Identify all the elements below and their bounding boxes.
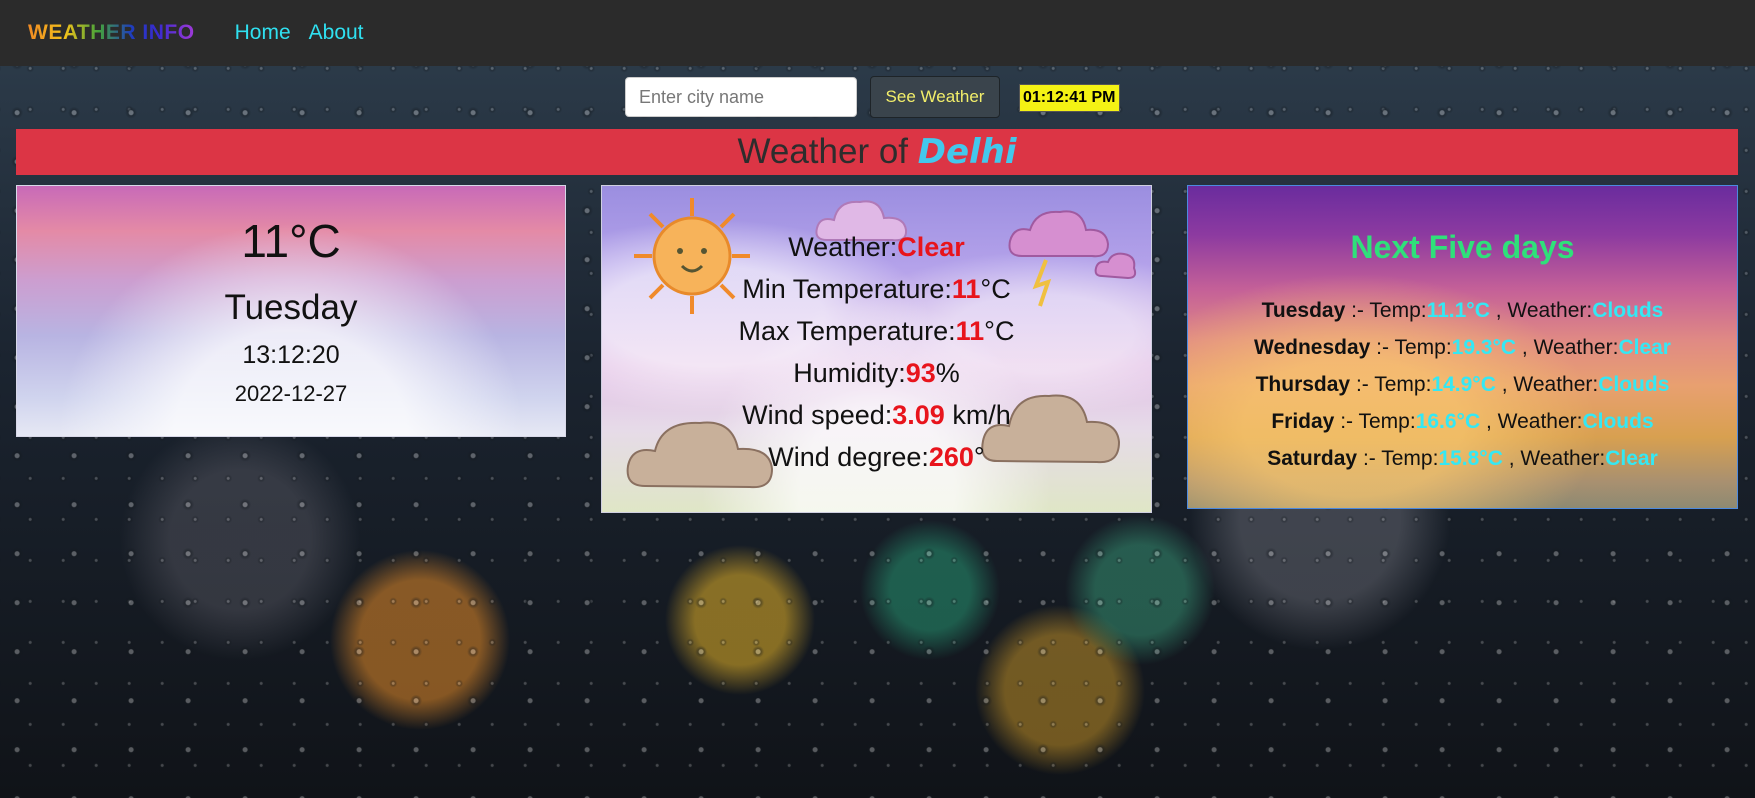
forecast-temp: 16.6°C	[1415, 410, 1481, 433]
forecast-separator: :-	[1370, 336, 1395, 359]
forecast-separator: :-	[1334, 410, 1359, 433]
forecast-day: Friday	[1271, 410, 1335, 433]
forecast-separator: :-	[1350, 373, 1375, 396]
forecast-temp-label: Temp:	[1369, 299, 1427, 322]
today-temperature: 11°C	[241, 215, 341, 267]
row-label: Wind degree:	[768, 442, 929, 472]
current-row-wind-degree: Wind degree:260°	[602, 436, 1151, 478]
current-weather-card: Weather:Clear Min Temperature:11°C Max T…	[601, 185, 1152, 513]
forecast-weather: Clear	[1605, 447, 1658, 470]
nav-link-about[interactable]: About	[309, 21, 364, 45]
today-card: 11°C Tuesday 13:12:20 2022-12-27	[16, 185, 566, 437]
row-label: Min Temperature:	[742, 274, 952, 304]
current-row-humidity: Humidity:93%	[602, 352, 1151, 394]
forecast-temp-label: Temp:	[1394, 336, 1452, 359]
row-value: Clear	[897, 232, 965, 262]
forecast-day: Tuesday	[1261, 299, 1346, 322]
row-unit: %	[935, 358, 960, 388]
row-label: Weather:	[788, 232, 898, 262]
forecast-row: Friday :- Temp:16.6°C , Weather:Clouds	[1271, 410, 1654, 433]
forecast-temp: 14.9°C	[1431, 373, 1496, 396]
navbar: WEATHER INFO Home About	[0, 0, 1755, 66]
nav-link-home[interactable]: Home	[235, 21, 291, 45]
row-value: 11	[955, 316, 985, 346]
row-label: Humidity:	[793, 358, 906, 388]
row-value: 3.09	[892, 400, 945, 430]
city-search-input[interactable]	[625, 77, 857, 117]
current-row-min-temp: Min Temperature:11°C	[602, 268, 1151, 310]
current-weather-list: Weather:Clear Min Temperature:11°C Max T…	[602, 226, 1151, 478]
banner-prefix: Weather of	[737, 132, 918, 171]
forecast-weather: Clouds	[1582, 410, 1654, 433]
banner-city: Delhi	[917, 132, 1017, 172]
clock-display: 01:12:41 PM	[1019, 84, 1120, 112]
row-unit: °C	[980, 274, 1011, 304]
forecast-row: Wednesday :- Temp:19.3°C , Weather:Clear	[1254, 336, 1671, 359]
row-unit: °	[973, 442, 985, 472]
row-value: 93	[905, 358, 936, 388]
row-label: Max Temperature:	[738, 316, 956, 346]
row-unit: °C	[984, 316, 1015, 346]
forecast-weather-label: Weather:	[1497, 410, 1583, 433]
today-day: Tuesday	[224, 288, 358, 327]
forecast-list: Tuesday :- Temp:11.1°C , Weather:Clouds …	[1188, 292, 1737, 477]
forecast-weather: Clouds	[1592, 299, 1664, 322]
current-row-wind-speed: Wind speed:3.09 km/h	[602, 394, 1151, 436]
row-label: Wind speed:	[742, 400, 893, 430]
today-time: 13:12:20	[242, 341, 340, 369]
forecast-temp-label: Temp:	[1374, 373, 1432, 396]
forecast-weather-label: Weather:	[1520, 447, 1606, 470]
row-value: 260	[928, 442, 974, 472]
forecast-row: Tuesday :- Temp:11.1°C , Weather:Clouds	[1261, 299, 1664, 322]
forecast-temp-label: Temp:	[1381, 447, 1439, 470]
forecast-temp: 19.3°C	[1451, 336, 1517, 359]
forecast-weather-label: Weather:	[1513, 373, 1599, 396]
forecast-day: Thursday	[1255, 373, 1351, 396]
forecast-separator: :-	[1357, 447, 1382, 470]
forecast-weather: Clear	[1618, 336, 1671, 359]
current-row-weather: Weather:Clear	[602, 226, 1151, 268]
forecast-day: Wednesday	[1254, 336, 1371, 359]
forecast-separator: :-	[1345, 299, 1370, 322]
see-weather-button[interactable]: See Weather	[870, 76, 1000, 118]
forecast-weather: Clouds	[1598, 373, 1670, 396]
forecast-temp-label: Temp:	[1358, 410, 1416, 433]
forecast-card: Next Five days Tuesday :- Temp:11.1°C , …	[1187, 185, 1738, 509]
row-unit: km/h	[944, 400, 1011, 430]
forecast-temp: 15.8°C	[1438, 447, 1503, 470]
forecast-temp: 11.1°C	[1426, 299, 1490, 322]
weather-banner: Weather of Delhi	[16, 129, 1738, 175]
forecast-title: Next Five days	[1350, 229, 1575, 265]
current-row-max-temp: Max Temperature:11°C	[602, 310, 1151, 352]
forecast-row: Thursday :- Temp:14.9°C , Weather:Clouds	[1255, 373, 1670, 396]
row-value: 11	[951, 274, 981, 304]
forecast-weather-label: Weather:	[1533, 336, 1619, 359]
forecast-day: Saturday	[1267, 447, 1358, 470]
today-date: 2022-12-27	[234, 381, 348, 406]
brand-logo[interactable]: WEATHER INFO	[28, 21, 195, 45]
forecast-weather-label: Weather:	[1507, 299, 1593, 322]
forecast-row: Saturday :- Temp:15.8°C , Weather:Clear	[1267, 447, 1658, 470]
